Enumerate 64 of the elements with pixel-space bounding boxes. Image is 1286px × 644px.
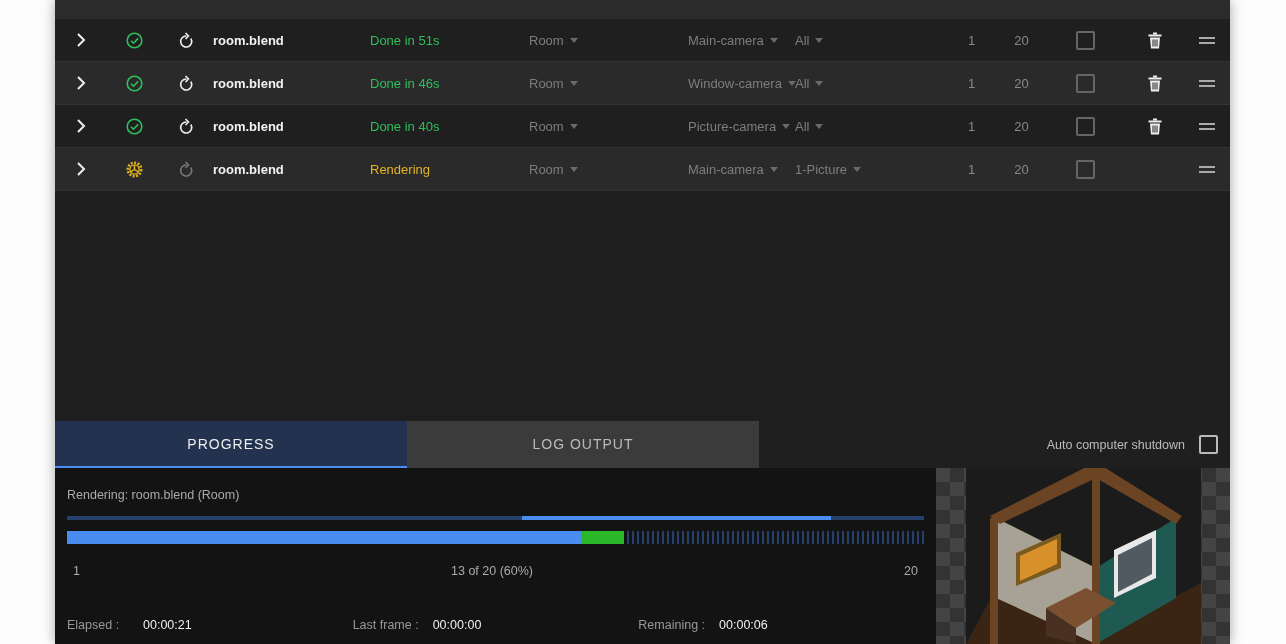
stat-label: Remaining :: [638, 618, 706, 632]
stat-label: Last frame :: [352, 618, 419, 632]
view-layer-dropdown[interactable]: 1-Picture: [795, 161, 945, 177]
last-frame: 20: [904, 564, 918, 578]
camera-dropdown[interactable]: Window-camera: [688, 75, 795, 91]
drag-handle-icon[interactable]: [1198, 79, 1215, 87]
drag-handle-icon[interactable]: [1198, 36, 1215, 44]
end-frame: 20: [998, 161, 1045, 177]
camera-dropdown[interactable]: Main-camera: [688, 161, 795, 177]
status-text: Done in 51s: [370, 32, 441, 48]
scene-dropdown[interactable]: Room: [529, 118, 688, 134]
file-name: room.blend: [212, 32, 285, 48]
tab[interactable]: PROGRESS: [55, 421, 407, 468]
trash-icon[interactable]: [1148, 31, 1162, 49]
refresh-icon[interactable]: [178, 74, 194, 92]
chevron-icon[interactable]: [76, 162, 86, 176]
status-text: Done in 46s: [370, 75, 441, 91]
job-row[interactable]: room.blend Done in 40s Room Picture-camera All 1 20: [55, 105, 1230, 148]
chevron-icon[interactable]: [76, 119, 86, 133]
job-row[interactable]: room.blend Done in 46s Room Window-camera All 1 20: [55, 62, 1230, 105]
preview-checkbox[interactable]: [1075, 73, 1095, 93]
end-frame: 20: [998, 75, 1045, 91]
refresh-icon[interactable]: [178, 31, 194, 49]
view-layer-dropdown[interactable]: All: [795, 75, 945, 91]
preview-checkbox[interactable]: [1075, 159, 1095, 179]
job-row[interactable]: room.blend Done in 51s Room Main-camera All 1 20: [55, 19, 1230, 62]
start-frame: 1: [945, 118, 998, 134]
stat-label: Elapsed :: [67, 618, 121, 632]
refresh-icon[interactable]: [178, 117, 194, 135]
start-frame: 1: [945, 161, 998, 177]
file-name: room.blend: [212, 118, 285, 134]
drag-handle-icon[interactable]: [1198, 122, 1215, 130]
start-frame: 1: [945, 32, 998, 48]
preview-checkbox[interactable]: [1075, 116, 1095, 136]
chevron-icon[interactable]: [76, 33, 86, 47]
scene-dropdown[interactable]: Room: [529, 32, 688, 48]
file-name: room.blend: [212, 75, 285, 91]
camera-dropdown[interactable]: Main-camera: [688, 32, 795, 48]
first-frame: 1: [73, 564, 80, 578]
camera-dropdown[interactable]: Picture-camera: [688, 118, 795, 134]
trash-icon[interactable]: [1148, 74, 1162, 92]
view-layer-dropdown[interactable]: All: [795, 32, 945, 48]
job-row[interactable]: room.blend Rendering Room Main-camera 1-Picture 1 20: [55, 148, 1230, 191]
shutdown-checkbox[interactable]: [1199, 435, 1218, 454]
status-text: Done in 40s: [370, 118, 441, 134]
scene-dropdown[interactable]: Room: [529, 75, 688, 91]
stat-value: 00:00:00: [432, 618, 482, 632]
chevron-icon[interactable]: [76, 76, 86, 90]
scene-dropdown[interactable]: Room: [529, 161, 688, 177]
progress-summary: 13 of 20 (60%): [451, 564, 533, 578]
render-title: Rendering: room.blend (Room): [67, 488, 241, 504]
status-text: Rendering: [370, 161, 431, 177]
stat-value: 00:00:06: [719, 618, 768, 632]
tab[interactable]: LOG OUTPUT: [407, 421, 759, 468]
file-name: room.blend: [212, 161, 285, 177]
stat-value: 00:00:21: [143, 618, 192, 632]
end-frame: 20: [998, 32, 1045, 48]
start-frame: 1: [945, 75, 998, 91]
end-frame: 20: [998, 118, 1045, 134]
shutdown-label: Auto computer shutdown: [1046, 437, 1185, 452]
trash-icon[interactable]: [1148, 117, 1162, 135]
view-layer-dropdown[interactable]: All: [795, 118, 945, 134]
drag-handle-icon[interactable]: [1198, 165, 1215, 173]
preview-checkbox[interactable]: [1075, 30, 1095, 50]
